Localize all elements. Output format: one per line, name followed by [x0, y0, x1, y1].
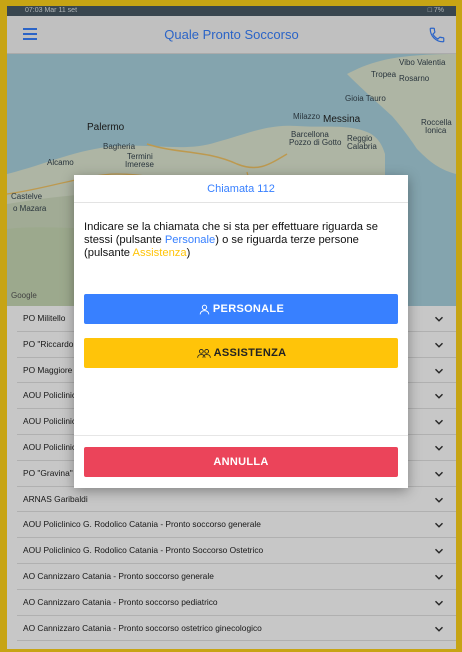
- dialog-text-personale: Personale: [164, 233, 216, 246]
- people-icon: [196, 348, 211, 358]
- assistenza-button[interactable]: ASSISTENZA: [84, 338, 398, 368]
- annulla-button[interactable]: ANNULLA: [84, 447, 398, 477]
- person-icon: [199, 304, 210, 314]
- dialog-message: Indicare se la chiamata che si sta per e…: [84, 221, 396, 259]
- personale-label: PERSONALE: [212, 303, 285, 315]
- personale-button[interactable]: PERSONALE: [84, 294, 398, 324]
- assistenza-label: ASSISTENZA: [213, 347, 287, 359]
- annulla-label: ANNULLA: [213, 456, 269, 468]
- dialog-title: Chiamata 112: [74, 175, 408, 203]
- call-dialog: Chiamata 112 Indicare se la chiamata che…: [74, 175, 408, 488]
- dialog-divider: [74, 435, 408, 436]
- dialog-text-3: ): [186, 246, 191, 259]
- dialog-text-assistenza: Assistenza: [132, 246, 187, 259]
